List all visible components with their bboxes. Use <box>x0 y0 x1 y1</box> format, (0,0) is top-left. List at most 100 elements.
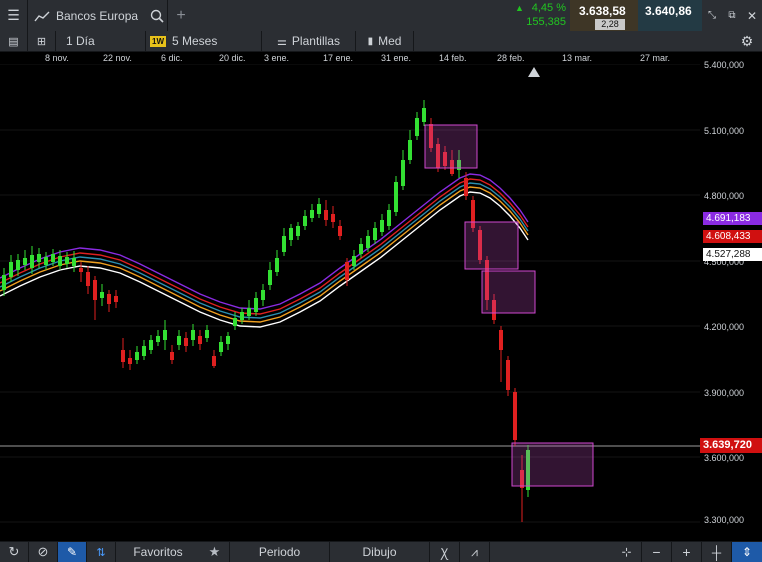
date-axis: 8 nov. 22 nov. 6 dic. 20 dic. 3 ene. 17 … <box>0 52 762 64</box>
candle-body <box>58 256 62 266</box>
refresh-button[interactable]: ↻ <box>0 542 29 562</box>
candle-body <box>128 358 132 364</box>
candle-body <box>268 270 272 285</box>
price-tag-current: 3.639,720 <box>700 438 762 453</box>
interval-select[interactable]: 1 Día <box>56 31 146 51</box>
date-label: 22 nov. <box>103 53 132 63</box>
layout-button[interactable]: ⊞ <box>28 31 56 51</box>
date-label: 27 mar. <box>640 53 671 63</box>
candle-body <box>86 272 90 286</box>
change-pct: 4,45 % <box>531 2 566 14</box>
templates-label: Plantillas <box>291 34 340 48</box>
ma-line-white <box>0 191 529 328</box>
trend-tool-button[interactable]: ⩘ <box>460 542 490 562</box>
candle-body <box>506 360 510 390</box>
bottom-bar: ↻ ⊘ ✎ ⇅ Favoritos ★ Periodo Dibujo Ꭓ ⩘ ⊹… <box>0 541 762 562</box>
collapse-button[interactable]: ⤡ <box>702 0 722 31</box>
candle-body <box>142 346 146 356</box>
candle-body <box>247 308 251 316</box>
chart-type-button[interactable] <box>28 0 56 31</box>
highlight-box <box>481 270 536 314</box>
crosshair-button[interactable]: ⊹ <box>612 542 642 562</box>
candle-body <box>9 262 13 277</box>
search-button[interactable] <box>146 0 168 31</box>
drawing-button[interactable]: Dibujo <box>330 542 430 562</box>
period-badge-box[interactable]: 1W <box>146 31 170 51</box>
star-icon: ★ <box>208 544 221 559</box>
price-label: 5.100,000 <box>704 126 745 136</box>
spread-badge: 2,28 <box>595 19 625 30</box>
menu-button[interactable]: ☰ <box>0 0 28 31</box>
plus-icon: + <box>176 6 186 24</box>
candle-body <box>408 140 412 160</box>
date-label: 28 feb. <box>497 53 525 63</box>
date-label: 20 dic. <box>219 53 246 63</box>
cursor-button[interactable]: ┼ <box>702 542 732 562</box>
price-tag-ma2: 4.608,433 <box>703 230 762 243</box>
candle-body <box>254 298 258 312</box>
candle-body <box>212 356 216 366</box>
candle-body <box>219 342 223 352</box>
refresh-icon: ↻ <box>8 544 20 559</box>
candle-body <box>184 338 188 346</box>
chart-line-icon <box>34 11 50 21</box>
ask-price: 3.640,86 <box>645 4 692 18</box>
price-label: 3.300,000 <box>704 515 745 525</box>
price-type-label: Med <box>378 34 402 48</box>
clear-button[interactable]: ⊘ <box>29 542 58 562</box>
period-button[interactable]: Periodo <box>230 542 330 562</box>
candle-body <box>72 258 76 266</box>
candle-body <box>387 210 391 226</box>
cursor-icon: ┼ <box>711 544 722 560</box>
price-chart[interactable] <box>0 64 762 542</box>
candle-body <box>240 312 244 320</box>
settings-button[interactable]: ⚙ <box>732 31 762 51</box>
candle-body <box>226 336 230 344</box>
candle-body <box>156 336 160 342</box>
draw-button[interactable]: ✎ <box>58 542 87 562</box>
popout-button[interactable]: ⧉ <box>722 0 742 31</box>
ask-box[interactable]: 3.640,86 <box>638 0 702 31</box>
list-button[interactable]: ▤ <box>0 31 28 51</box>
favorite-star-button[interactable]: ★ <box>200 542 230 562</box>
candle-body <box>93 280 97 300</box>
price-type-select[interactable]: ▮ Med <box>356 31 414 51</box>
candle-body <box>191 330 195 340</box>
candle-body <box>422 108 426 122</box>
range-select[interactable]: 5 Meses <box>170 31 262 51</box>
date-label: 13 mar. <box>562 53 593 63</box>
candle-body <box>107 294 111 304</box>
candle-body <box>275 258 279 272</box>
price-label: 5.400,000 <box>704 60 745 70</box>
candle-body <box>296 226 300 236</box>
candle-body <box>30 255 34 268</box>
date-label: 31 ene. <box>381 53 412 63</box>
crosshair-icon: ⊹ <box>621 545 632 559</box>
close-button[interactable]: ✕ <box>742 0 762 31</box>
templates-button[interactable]: ⚌ Plantillas <box>262 31 356 51</box>
candle-body <box>415 118 419 136</box>
sort-button[interactable]: ⇅ <box>87 542 116 562</box>
zoom-in-button[interactable]: + <box>672 542 702 562</box>
candle-body <box>380 220 384 232</box>
chart-toolbar: ▤ ⊞ 1 Día 1W 5 Meses ⚌ Plantillas ▮ Med … <box>0 31 762 52</box>
favorites-button[interactable]: Favoritos <box>116 542 200 562</box>
list-icon: ▤ <box>8 35 19 48</box>
collapse-icon: ⤡ <box>708 10 716 21</box>
candle-body <box>149 340 153 350</box>
candle-body <box>499 330 503 350</box>
candle-body <box>310 210 314 218</box>
candle-body <box>282 236 286 252</box>
date-label: 17 ene. <box>323 53 354 63</box>
fullscreen-button[interactable]: ⇕ <box>732 542 762 562</box>
search-icon <box>150 9 164 23</box>
add-tab-button[interactable]: + <box>168 0 194 31</box>
candle-body <box>65 257 69 264</box>
templates-icon: ⚌ <box>277 35 287 48</box>
period-badge: 1W <box>150 35 166 47</box>
pencil-icon: ✎ <box>66 545 78 559</box>
candles-icon: ▮ <box>367 35 374 47</box>
line-tool-button[interactable]: Ꭓ <box>430 542 460 562</box>
instrument-name[interactable]: Bancos Europa <box>56 0 146 31</box>
zoom-out-button[interactable]: − <box>642 542 672 562</box>
